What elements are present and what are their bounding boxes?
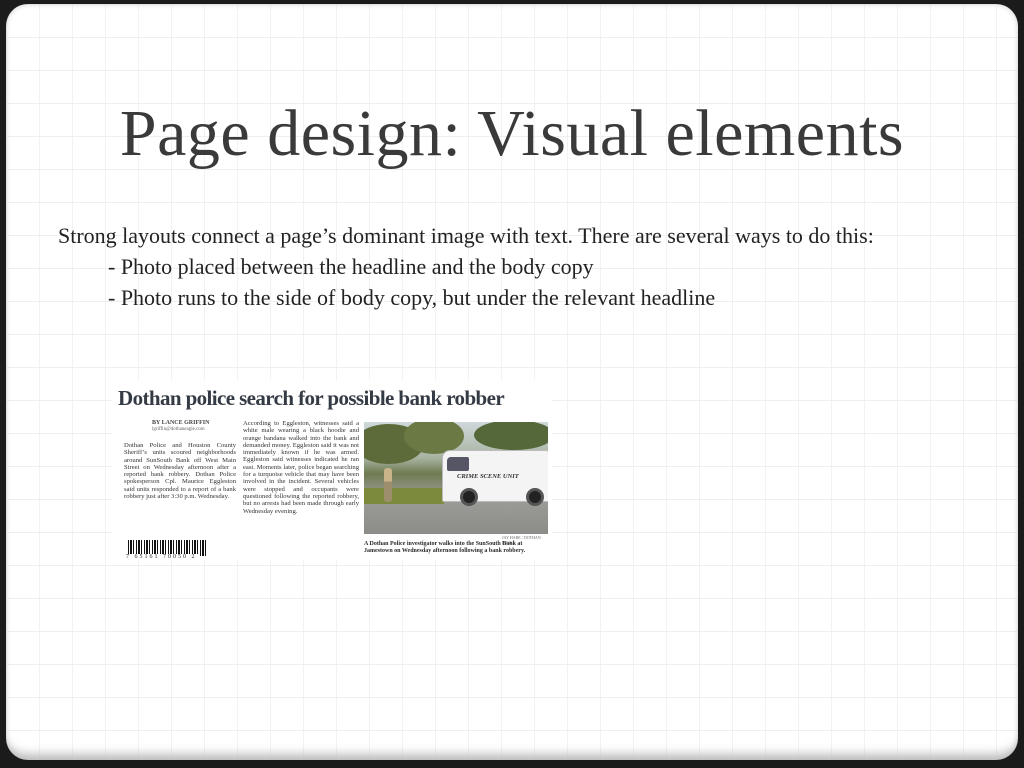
bullet-item: - Photo runs to the side of body copy, b… xyxy=(108,285,716,310)
lawn-shape xyxy=(364,488,444,504)
clipping-byline: BY LANCE GRIFFIN xyxy=(152,420,210,426)
body-text: Strong layouts connect a page’s dominant… xyxy=(58,223,874,248)
slide: Page design: Visual elements Strong layo… xyxy=(6,4,1018,760)
clipping-column-2: According to Eggleston, witnesses said a… xyxy=(243,420,359,515)
clipping-email: lgriffin@dothaneagle.com xyxy=(152,427,205,432)
clipping-column-1: Dothan Police and Houston County Sheriff… xyxy=(124,442,236,501)
van-label: CRIME SCENE UNIT xyxy=(457,473,519,480)
slide-body: Strong layouts connect a page’s dominant… xyxy=(58,220,958,313)
van-window xyxy=(447,457,469,471)
wheel-icon xyxy=(460,488,478,506)
newspaper-clipping-image: Dothan police search for possible bank r… xyxy=(112,380,552,560)
wheel-icon xyxy=(526,488,544,506)
tree-shape xyxy=(474,422,548,450)
photo-caption: A Dothan Police investigator walks into … xyxy=(364,541,526,554)
crime-scene-photo: CRIME SCENE UNIT xyxy=(364,422,548,534)
investigator-figure xyxy=(384,468,392,502)
clipping-headline: Dothan police search for possible bank r… xyxy=(118,386,505,410)
barcode-number: 7 65161 70050 2 xyxy=(124,554,199,560)
bullet-item: - Photo placed between the headline and … xyxy=(108,254,594,279)
slide-title: Page design: Visual elements xyxy=(119,97,905,170)
